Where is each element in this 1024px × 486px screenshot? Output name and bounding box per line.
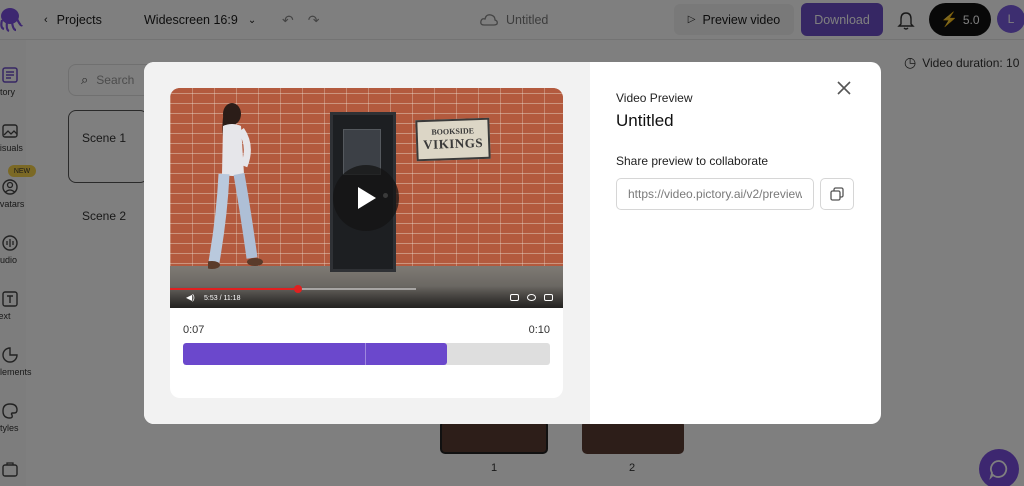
fullscreen-icon[interactable] [544, 294, 553, 301]
video-player[interactable]: BOOKSIDE VIKINGS ◀) 5:53 / 11:18 [170, 88, 563, 308]
player-volume-icon[interactable]: ◀) [186, 293, 195, 302]
share-label: Share preview to collaborate [616, 154, 769, 168]
video-play-button[interactable] [333, 165, 399, 231]
share-url-input[interactable] [616, 178, 814, 210]
video-card: BOOKSIDE VIKINGS ◀) 5:53 / 11:18 0:07 0:… [170, 88, 563, 398]
video-frame-sign: BOOKSIDE VIKINGS [415, 117, 491, 162]
trim-end-time: 0:10 [528, 324, 550, 336]
trim-start-time: 0:07 [183, 324, 205, 336]
copy-link-button[interactable] [820, 178, 854, 210]
captions-icon[interactable] [510, 294, 519, 301]
player-progress-track[interactable] [170, 285, 416, 293]
trim-playhead[interactable] [364, 343, 366, 365]
player-time: 5:53 / 11:18 [204, 295, 241, 302]
player-scrub-handle[interactable] [293, 285, 302, 293]
player-icon-group [510, 294, 553, 301]
sign-main-text: VIKINGS [422, 134, 484, 153]
trim-slider-fill [183, 343, 448, 365]
play-triangle-icon [358, 187, 376, 209]
modal-label: Video Preview [616, 91, 693, 105]
video-preview-modal: BOOKSIDE VIKINGS ◀) 5:53 / 11:18 0:07 0:… [144, 62, 881, 424]
trim-slider[interactable] [183, 343, 550, 365]
close-modal-button[interactable] [834, 78, 854, 98]
settings-icon[interactable] [527, 294, 536, 301]
player-controls: ◀) 5:53 / 11:18 [170, 285, 563, 308]
copy-icon [830, 187, 844, 201]
modal-title: Untitled [616, 111, 674, 130]
player-progress-fill [170, 288, 298, 290]
modal-preview-pane: BOOKSIDE VIKINGS ◀) 5:53 / 11:18 0:07 0:… [144, 62, 590, 424]
video-frame-person [208, 103, 263, 269]
close-icon [837, 81, 851, 95]
